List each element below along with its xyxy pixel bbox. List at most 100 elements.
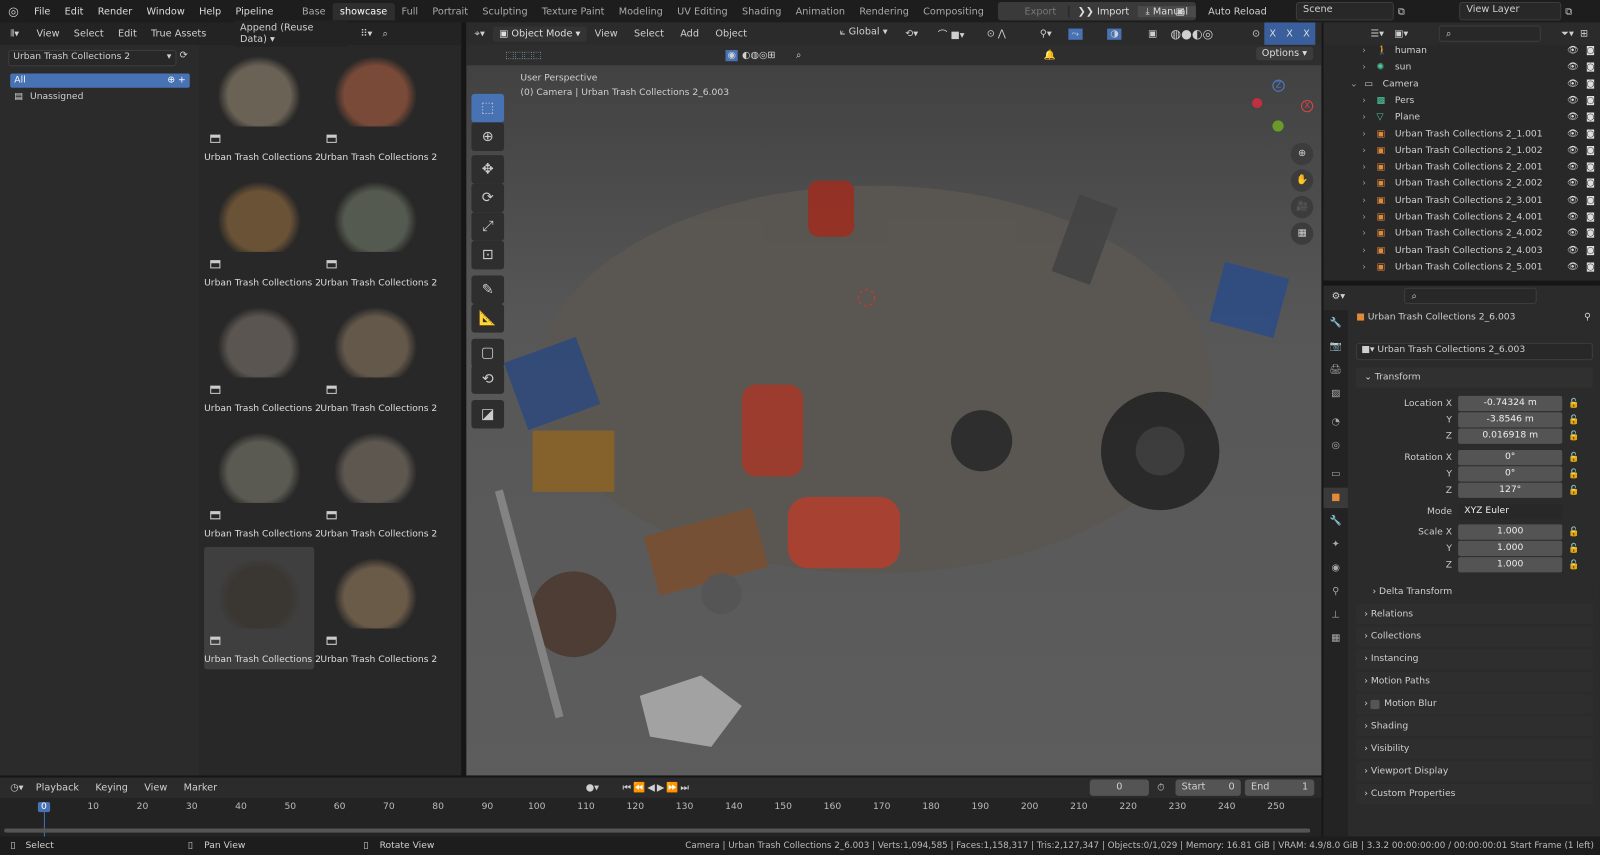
filter-icon[interactable]: ⏷▾ xyxy=(1561,28,1574,39)
properties-tab-physics-icon[interactable]: ◉ xyxy=(1323,558,1347,578)
pan-view-icon[interactable]: ✋ xyxy=(1290,169,1314,192)
pivot-options-icons[interactable]: ◐◍◎⊞ xyxy=(742,49,775,60)
menu-edit[interactable]: Edit xyxy=(111,28,144,39)
add-catalog-icon[interactable]: ⊕ + xyxy=(167,73,189,87)
notification-bell-icon[interactable]: 🔔 xyxy=(1044,49,1056,60)
cursor-tool-icon[interactable]: ⊕ xyxy=(471,122,505,152)
property-value-field[interactable]: 0.016918 m xyxy=(1458,428,1563,444)
search-icon[interactable]: ⌕ xyxy=(383,28,388,39)
render-camera-icon[interactable]: ◙ xyxy=(1586,146,1595,156)
render-camera-icon[interactable]: ◙ xyxy=(1586,79,1595,89)
outliner-item[interactable]: › ▣ Urban Trash Collections 2_4.003 👁 ◙ xyxy=(1323,242,1600,258)
mirror-x-toggle[interactable]: X xyxy=(1264,28,1281,39)
pivot-icon[interactable]: ⟲▾ xyxy=(905,28,918,39)
expand-arrow-icon[interactable]: › xyxy=(1362,129,1376,139)
visibility-eye-icon[interactable]: ⊙ xyxy=(1252,28,1260,39)
editor-type-icon[interactable]: ⚙▾ xyxy=(1323,290,1353,301)
lock-icon[interactable]: 🔓 xyxy=(1568,527,1579,537)
properties-tab-constraints-icon[interactable]: ⚲ xyxy=(1323,582,1347,602)
zoom-view-icon[interactable]: ⊕ xyxy=(1290,142,1314,166)
outliner-item[interactable]: › ▣ Urban Trash Collections 2_4.001 👁 ◙ xyxy=(1323,209,1600,225)
render-camera-icon[interactable]: ◙ xyxy=(1586,63,1595,73)
gizmo-x-axis[interactable]: X xyxy=(1301,99,1314,113)
camera-view-icon[interactable]: 🎥 xyxy=(1290,195,1314,219)
outliner-item[interactable]: › ▣ Urban Trash Collections 2_5.001 👁 ◙ xyxy=(1323,259,1600,275)
properties-search-input[interactable]: ⌕ xyxy=(1404,287,1538,305)
mirror-z-toggle[interactable]: X xyxy=(1298,28,1315,39)
visibility-eye-icon[interactable]: 👁 xyxy=(1567,162,1579,172)
render-camera-icon[interactable]: ◙ xyxy=(1586,212,1595,222)
menu-help[interactable]: Help xyxy=(192,6,228,17)
outliner-item[interactable]: › ▣ Urban Trash Collections 2_3.001 👁 ◙ xyxy=(1323,193,1600,209)
transform-tool-icon[interactable]: ⊡ xyxy=(471,240,505,270)
properties-tab-modifiers-icon[interactable]: 🔧 xyxy=(1323,511,1347,531)
expand-arrow-icon[interactable]: › xyxy=(1362,262,1376,272)
catalog-all[interactable]: All ⊕ + xyxy=(10,73,190,88)
import-method-dropdown[interactable]: Append (Reuse Data) ▾ xyxy=(233,20,349,47)
gizmo-z-axis[interactable]: Z xyxy=(1272,79,1285,92)
menu-view[interactable]: View xyxy=(586,28,625,39)
asset-thumbnail[interactable]: Urban Trash Collections 2 xyxy=(320,547,437,669)
catalog-unassigned[interactable]: ▤ Unassigned xyxy=(14,92,83,102)
render-camera-icon[interactable]: ◙ xyxy=(1586,129,1595,139)
menu-view[interactable]: View xyxy=(136,782,175,793)
outliner-item[interactable]: › ▩ Pers 👁 ◙ xyxy=(1323,93,1600,109)
render-camera-icon[interactable]: ◙ xyxy=(1586,262,1595,272)
properties-tab-render-icon[interactable]: 📷 xyxy=(1323,337,1347,357)
property-value-field[interactable]: 1.000 xyxy=(1458,524,1563,540)
workspace-tab-animation[interactable]: Animation xyxy=(789,3,853,20)
lock-icon[interactable]: 🔓 xyxy=(1568,485,1579,495)
properties-tab-object-icon[interactable]: ■ xyxy=(1323,487,1348,509)
shear-tool-icon[interactable]: ◪ xyxy=(471,399,505,429)
new-scene-icon[interactable]: ⧉ xyxy=(1398,6,1405,17)
workspace-tab-portrait[interactable]: Portrait xyxy=(425,3,475,20)
asset-thumbnail[interactable]: Urban Trash Collections 2 xyxy=(204,45,321,167)
asset-thumbnail[interactable]: Urban Trash Collections 2 xyxy=(204,296,321,418)
new-collection-icon[interactable]: ⊞ xyxy=(1580,28,1588,39)
annotate-tool-icon[interactable]: ✎ xyxy=(471,275,505,305)
snap-icon[interactable]: ⌒ ■▾ xyxy=(938,27,965,41)
current-frame-field[interactable]: 0 xyxy=(1089,779,1149,796)
end-frame-field[interactable]: End 1 xyxy=(1244,779,1315,796)
properties-tab-data-icon[interactable]: ⊥ xyxy=(1323,605,1347,625)
outliner-item[interactable]: › ▣ Urban Trash Collections 2_1.002 👁 ◙ xyxy=(1323,143,1600,159)
visibility-eye-icon[interactable]: 👁 xyxy=(1567,196,1579,206)
property-value-field[interactable]: 1.000 xyxy=(1458,557,1563,573)
add-object-tool-icon[interactable]: ⟲ xyxy=(471,365,505,394)
asset-thumbnail[interactable]: Urban Trash Collections 2 xyxy=(320,45,437,167)
panel-custom-properties[interactable]: › Custom Properties xyxy=(1356,783,1593,804)
outliner-search-input[interactable]: ⌕ xyxy=(1438,25,1541,42)
overlays-toggle-icon[interactable]: ◑ xyxy=(1107,28,1122,40)
gizmo-toggle-icon[interactable]: ⤳ xyxy=(1068,28,1083,40)
properties-tab-output-icon[interactable]: 🖨 xyxy=(1323,360,1347,380)
visibility-eye-icon[interactable]: 👁 xyxy=(1567,212,1579,222)
visibility-eye-icon[interactable]: 👁 xyxy=(1567,262,1579,272)
shading-modes-icon[interactable]: ◍●◐◎ xyxy=(1170,27,1213,41)
gizmo-y-green-dot[interactable] xyxy=(1272,120,1284,132)
expand-arrow-icon[interactable]: › xyxy=(1362,63,1376,73)
render-camera-icon[interactable]: ◙ xyxy=(1586,245,1595,255)
lock-icon[interactable]: 🔓 xyxy=(1568,560,1579,570)
display-mode-icon[interactable]: ⠿▾ xyxy=(360,28,372,39)
select-box-tool-icon[interactable]: ⬚ xyxy=(471,93,505,123)
asset-thumbnail[interactable]: Urban Trash Collections 2 xyxy=(204,546,321,670)
motion-blur-checkbox[interactable] xyxy=(1370,699,1381,709)
menu-pipeline[interactable]: Pipeline xyxy=(228,6,280,17)
properties-tab-view-layer-icon[interactable]: ▨ xyxy=(1323,384,1347,404)
menu-window[interactable]: Window xyxy=(139,6,192,17)
panel-motion-paths[interactable]: › Motion Paths xyxy=(1356,671,1593,692)
panel-viewport-display[interactable]: › Viewport Display xyxy=(1356,761,1593,782)
timeline-scrollbar[interactable] xyxy=(4,828,1311,833)
blender-logo-icon[interactable]: ◎ xyxy=(0,4,27,18)
expand-arrow-icon[interactable]: › xyxy=(1362,146,1376,156)
tool-search-icon[interactable]: ⌕ xyxy=(796,49,801,60)
workspace-tab-full[interactable]: Full xyxy=(394,3,425,20)
asset-thumbnail[interactable]: Urban Trash Collections 2 xyxy=(320,421,437,543)
lock-icon[interactable]: 🔓 xyxy=(1568,431,1579,441)
panel-shading[interactable]: › Shading xyxy=(1356,716,1593,737)
property-value-field[interactable]: -0.74324 m xyxy=(1458,395,1563,412)
expand-arrow-icon[interactable]: › xyxy=(1362,229,1376,239)
scene-selector[interactable]: Scene xyxy=(1295,2,1394,21)
menu-edit[interactable]: Edit xyxy=(58,6,91,17)
properties-tab-particles-icon[interactable]: ✦ xyxy=(1323,535,1347,555)
